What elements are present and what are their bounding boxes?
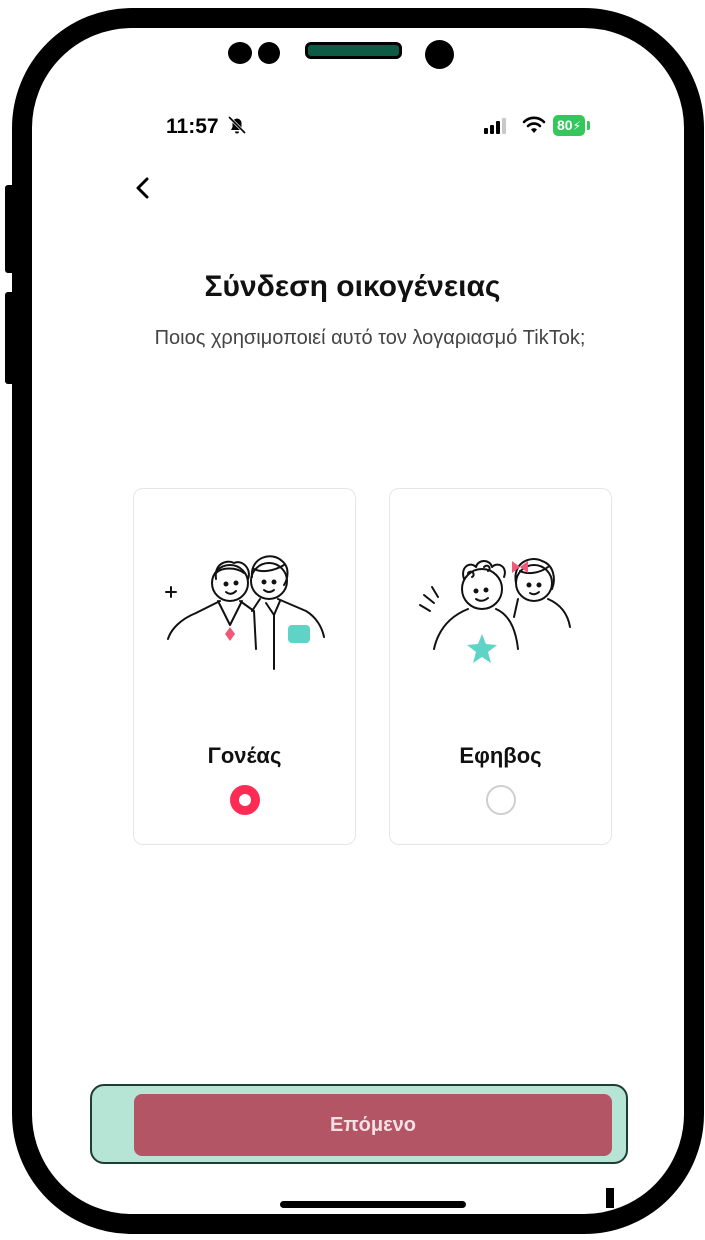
frame-notch: [606, 1188, 614, 1208]
earpiece-speaker: [305, 42, 402, 59]
option-label-parent: Γονέας: [207, 743, 282, 768]
page-subtitle: Ποιος χρησιμοποιεί αυτό τον λογαριασμό T…: [154, 327, 586, 349]
page-title: Σύνδεση οικογένειας: [204, 270, 501, 303]
radio-teen-unselected[interactable]: [486, 785, 516, 815]
battery-charging-icon: ⚡: [572, 119, 582, 133]
status-time: 11:57: [166, 115, 219, 138]
sensor-dot: [228, 42, 252, 64]
teens-illustration: [419, 558, 571, 663]
battery-tip: [587, 121, 590, 130]
signal-icon: [484, 118, 506, 134]
bell-slash-icon: [227, 115, 247, 135]
option-label-teen: Εφηβος: [459, 743, 542, 768]
home-indicator[interactable]: [280, 1201, 466, 1208]
parents-illustration: [165, 555, 325, 670]
radio-parent-selected[interactable]: [230, 785, 260, 815]
battery-level: 80: [557, 117, 573, 133]
option-card-parent[interactable]: Γονέας: [133, 488, 356, 845]
battery-indicator: 80⚡: [553, 115, 586, 136]
next-button[interactable]: Επόμενο: [134, 1094, 612, 1156]
wifi-icon: [522, 116, 546, 133]
sensor-dot: [258, 42, 280, 64]
front-camera: [425, 40, 454, 69]
next-button-highlight: Επόμενο: [90, 1084, 628, 1164]
chevron-left-icon[interactable]: [126, 170, 162, 206]
option-card-teen[interactable]: Εφηβος: [389, 488, 612, 845]
